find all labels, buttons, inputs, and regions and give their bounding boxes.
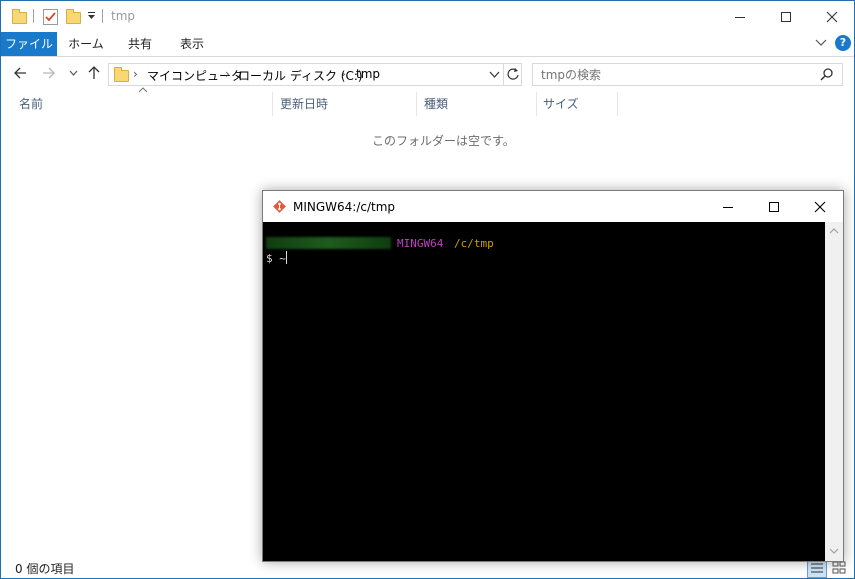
column-divider[interactable] xyxy=(416,92,417,116)
minimize-icon xyxy=(735,16,745,18)
scroll-down-icon[interactable] xyxy=(829,548,839,555)
minimize-button[interactable] xyxy=(717,1,763,32)
column-header-type[interactable]: 種類 xyxy=(424,92,448,116)
search-icon[interactable] xyxy=(820,67,834,81)
separator xyxy=(33,9,34,23)
tab-share[interactable]: 共有 xyxy=(117,32,163,56)
column-divider[interactable] xyxy=(617,92,618,116)
terminal-scrollbar[interactable] xyxy=(825,222,843,561)
terminal-title: MINGW64:/c/tmp xyxy=(293,200,396,214)
new-folder-icon[interactable] xyxy=(66,9,81,24)
git-icon xyxy=(272,199,287,214)
maximize-button[interactable] xyxy=(763,1,809,32)
back-icon[interactable] xyxy=(13,66,27,80)
details-view-icon xyxy=(811,563,823,573)
ribbon: ファイル ホーム 共有 表示 ? xyxy=(1,32,854,57)
breadcrumb-chevron-icon[interactable]: › xyxy=(225,67,230,81)
breadcrumb-item-tmp[interactable]: tmp xyxy=(356,67,380,81)
minimize-icon xyxy=(723,206,733,208)
empty-folder-message: このフォルダーは空です。 xyxy=(372,134,515,148)
prompt-input-line: $ ~ xyxy=(266,252,286,265)
expand-ribbon-icon[interactable] xyxy=(815,38,827,48)
tab-view[interactable]: 表示 xyxy=(169,32,215,56)
help-icon[interactable]: ? xyxy=(835,35,851,51)
search-box[interactable] xyxy=(532,63,843,86)
folder-icon xyxy=(12,9,27,24)
maximize-icon xyxy=(769,201,779,212)
large-icons-view-icon xyxy=(832,561,846,574)
search-input[interactable] xyxy=(539,66,813,83)
scroll-up-icon[interactable] xyxy=(829,227,839,234)
breadcrumb-chevron-icon[interactable]: › xyxy=(341,67,346,81)
separator xyxy=(102,9,103,23)
close-button[interactable] xyxy=(809,1,855,32)
sort-ascending-icon xyxy=(138,87,148,93)
terminal-close-button[interactable] xyxy=(797,191,843,222)
tab-file[interactable]: ファイル xyxy=(1,32,57,56)
breadcrumb-chevron-icon[interactable]: › xyxy=(133,67,138,81)
column-header-name[interactable]: 名前 xyxy=(19,92,43,116)
folder-icon xyxy=(114,67,129,82)
tab-home[interactable]: ホーム xyxy=(63,32,109,56)
terminal-output[interactable]: MINGW64 /c/tmp $ ~ xyxy=(263,222,825,561)
column-header-modified[interactable]: 更新日時 xyxy=(280,92,328,116)
large-icons-view-button[interactable] xyxy=(831,560,847,575)
maximize-icon xyxy=(781,11,791,22)
properties-icon[interactable] xyxy=(43,9,58,25)
terminal-title-bar[interactable]: MINGW64:/c/tmp xyxy=(263,191,843,222)
text-cursor xyxy=(286,251,287,264)
address-dropdown-icon[interactable] xyxy=(489,70,500,79)
terminal-maximize-button[interactable] xyxy=(751,191,797,222)
column-divider[interactable] xyxy=(272,92,273,116)
refresh-icon[interactable] xyxy=(506,67,520,81)
column-header-size[interactable]: サイズ xyxy=(543,92,579,116)
close-icon xyxy=(826,11,838,22)
item-count: 0 個の項目 xyxy=(15,562,75,576)
customize-qat-icon[interactable] xyxy=(87,11,96,21)
close-icon xyxy=(814,201,826,212)
up-icon[interactable] xyxy=(87,65,101,80)
prompt-mingw: MINGW64 xyxy=(397,237,444,250)
address-bar[interactable]: › マイコンピュータ › ローカル ディスク (C:) › tmp xyxy=(108,63,522,86)
divider xyxy=(503,64,504,85)
terminal-window[interactable]: MINGW64:/c/tmp MINGW64 /c/tmp $ ~ xyxy=(262,190,844,562)
window-title: tmp xyxy=(111,9,136,23)
recent-locations-icon[interactable] xyxy=(69,69,78,77)
column-divider[interactable] xyxy=(536,92,537,116)
redacted-user-host xyxy=(266,237,391,249)
terminal-minimize-button[interactable] xyxy=(705,191,751,222)
forward-icon[interactable] xyxy=(42,66,56,80)
title-bar: tmp xyxy=(1,1,854,32)
prompt-path: /c/tmp xyxy=(454,237,494,250)
